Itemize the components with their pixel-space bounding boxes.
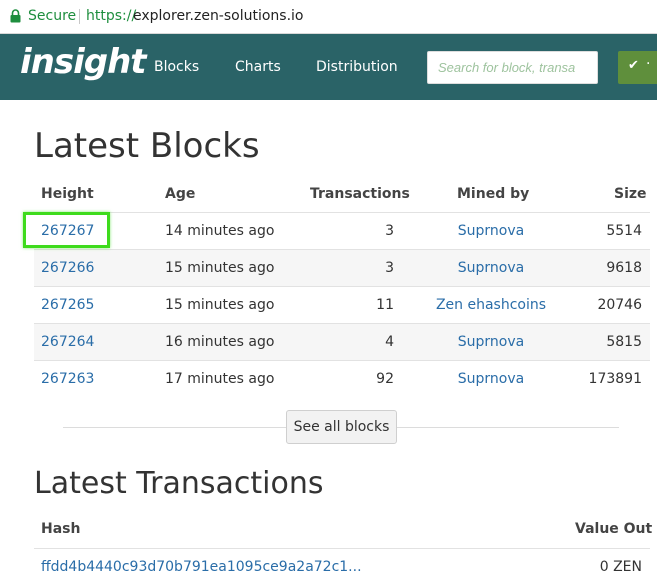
column-header-size: Size	[614, 186, 647, 202]
block-transactions: 3	[385, 260, 394, 276]
latest-transactions-title: Latest Transactions	[34, 466, 324, 501]
block-height-link[interactable]: 267264	[41, 334, 94, 350]
block-transactions: 11	[376, 297, 394, 313]
table-row: ffdd4b4440c93d70b791ea1095ce9a2a72c1... …	[34, 548, 650, 585]
status-button[interactable]: ✔ ·	[618, 51, 657, 84]
search-input[interactable]: Search for block, transa	[427, 51, 598, 84]
nav-link-charts[interactable]: Charts	[235, 59, 281, 75]
block-age: 15 minutes ago	[165, 297, 275, 313]
block-transactions: 3	[385, 223, 394, 239]
block-size: 20746	[597, 297, 642, 313]
column-header-transactions: Transactions	[310, 186, 410, 202]
column-header-height: Height	[41, 186, 94, 202]
column-header-mined-by: Mined by	[457, 186, 530, 202]
block-age: 14 minutes ago	[165, 223, 275, 239]
table-row: 267265 15 minutes ago 11 Zen ehashcoins …	[34, 286, 650, 323]
column-header-hash: Hash	[41, 521, 81, 537]
block-height-link[interactable]: 267265	[41, 297, 94, 313]
block-height-link[interactable]: 267266	[41, 260, 94, 276]
column-header-value-out: Value Out	[575, 521, 653, 537]
table-row: 267264 16 minutes ago 4 Suprnova 5815	[34, 323, 650, 360]
block-miner-link[interactable]: Suprnova	[420, 334, 562, 350]
block-age: 16 minutes ago	[165, 334, 275, 350]
block-transactions: 92	[376, 371, 394, 387]
column-header-age: Age	[165, 186, 196, 202]
check-icon: ✔	[628, 58, 639, 73]
block-miner-link[interactable]: Suprnova	[420, 260, 562, 276]
nav-link-distribution[interactable]: Distribution	[316, 59, 398, 75]
see-all-blocks-button[interactable]: See all blocks	[286, 410, 397, 444]
block-age: 17 minutes ago	[165, 371, 275, 387]
transaction-hash-link[interactable]: ffdd4b4440c93d70b791ea1095ce9a2a72c1...	[41, 559, 362, 575]
lock-icon	[10, 9, 21, 23]
transaction-value-out: 0 ZEN	[599, 559, 642, 575]
secure-label: Secure	[28, 8, 77, 24]
block-miner-link[interactable]: Zen ehashcoins	[420, 297, 562, 313]
navbar: insight Blocks Charts Distribution Searc…	[0, 34, 657, 100]
url-host: explorer.zen-solutions.io	[133, 8, 304, 24]
block-size: 5514	[606, 223, 642, 239]
address-bar[interactable]: Secure https:// explorer.zen-solutions.i…	[0, 0, 657, 34]
block-size: 173891	[588, 371, 642, 387]
block-age: 15 minutes ago	[165, 260, 275, 276]
status-button-text: ·	[646, 56, 651, 72]
block-size: 5815	[606, 334, 642, 350]
latest-blocks-title: Latest Blocks	[34, 126, 260, 166]
block-height-link[interactable]: 267263	[41, 371, 94, 387]
nav-link-blocks[interactable]: Blocks	[154, 59, 199, 75]
block-miner-link[interactable]: Suprnova	[420, 223, 562, 239]
highlight-box	[23, 212, 110, 248]
table-row: 267263 17 minutes ago 92 Suprnova 173891	[34, 360, 650, 397]
url-protocol: https://	[86, 8, 137, 24]
table-row: 267267 14 minutes ago 3 Suprnova 5514	[34, 212, 650, 249]
block-size: 9618	[606, 260, 642, 276]
table-row: 267266 15 minutes ago 3 Suprnova 9618	[34, 249, 650, 286]
block-miner-link[interactable]: Suprnova	[420, 371, 562, 387]
insight-logo[interactable]: insight	[20, 42, 147, 82]
address-divider	[79, 9, 80, 24]
block-transactions: 4	[385, 334, 394, 350]
